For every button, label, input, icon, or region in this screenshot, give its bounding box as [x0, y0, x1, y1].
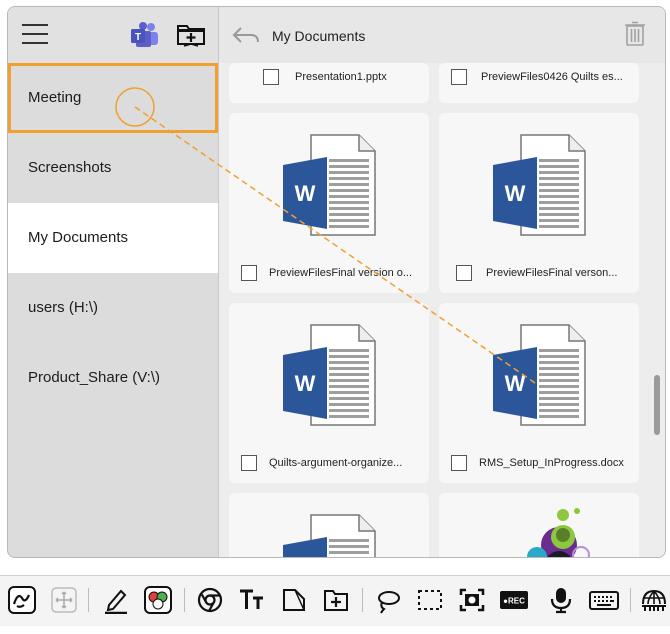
sidebar-item-screenshots[interactable]: Screenshots	[8, 133, 218, 203]
menu-icon[interactable]	[22, 24, 48, 44]
text-icon	[240, 589, 263, 609]
word-letter: W	[505, 181, 526, 206]
file-card[interactable]: W	[229, 493, 429, 557]
word-letter: W	[505, 371, 526, 396]
chrome-icon	[197, 587, 223, 613]
app-window: T Meeting Screenshots My Documents users…	[7, 6, 666, 558]
keyboard-tool-button[interactable]	[588, 584, 620, 616]
add-folder-icon[interactable]	[176, 22, 206, 50]
back-arrow-icon[interactable]	[231, 25, 261, 45]
text-tool-button[interactable]	[236, 584, 268, 616]
file-checkbox[interactable]	[241, 455, 257, 471]
move-tool-button[interactable]	[48, 584, 80, 616]
draw-tool-button[interactable]	[6, 584, 38, 616]
record-tool-button[interactable]: ●REC	[498, 584, 530, 616]
file-checkbox[interactable]	[241, 265, 257, 281]
word-letter: W	[295, 181, 316, 206]
color-tool-button[interactable]	[142, 584, 174, 616]
sidebar-item-product-share[interactable]: Product_Share (V:\)	[8, 343, 218, 413]
add-folder-tool-button[interactable]	[320, 584, 352, 616]
shape-icon	[283, 589, 305, 611]
file-grid: Presentation1.pptx PreviewFiles0426 Quil…	[219, 63, 665, 557]
record-icon: ●REC	[500, 591, 528, 609]
page-title: My Documents	[272, 28, 366, 44]
word-document-icon: W	[283, 134, 376, 236]
main-panel: My Documents Presentation1.pptx PreviewF…	[219, 7, 665, 557]
sidebar: T Meeting Screenshots My Documents users…	[8, 7, 219, 557]
file-card[interactable]: W Quilts-argument-organize...	[229, 303, 429, 483]
file-checkbox[interactable]	[451, 69, 467, 85]
toolbar-divider	[630, 588, 631, 612]
teams-icon[interactable]: T	[130, 21, 160, 49]
toolbar-divider	[184, 588, 185, 612]
word-document-icon: W	[283, 324, 376, 426]
scrollbar[interactable]	[654, 375, 660, 435]
file-name: PreviewFilesFinal verson...	[486, 267, 618, 279]
file-card[interactable]	[439, 493, 639, 557]
draw-icon	[8, 586, 36, 614]
word-document-icon: W	[493, 134, 586, 236]
record-label: ●REC	[503, 597, 525, 606]
file-name: Quilts-argument-organize...	[269, 457, 403, 469]
select-rectangle-icon	[418, 590, 442, 610]
word-letter: W	[295, 371, 316, 396]
file-card[interactable]: W PreviewFilesFinal version o...	[229, 113, 429, 293]
header-bar: My Documents	[219, 7, 665, 63]
shape-tool-button[interactable]	[278, 584, 310, 616]
sidebar-item-label: My Documents	[28, 229, 129, 246]
toolbar-divider	[362, 588, 363, 612]
svg-text:T: T	[135, 32, 141, 43]
file-checkbox[interactable]	[451, 455, 467, 471]
word-document-icon: W	[493, 324, 586, 426]
file-checkbox[interactable]	[263, 69, 279, 85]
annotation-toolbar: ●REC	[0, 575, 670, 626]
globe-icon	[642, 589, 666, 611]
sidebar-item-label: Product_Share (V:\)	[28, 369, 161, 386]
sidebar-item-my-documents[interactable]: My Documents	[8, 203, 218, 273]
file-name: PreviewFilesFinal version o...	[269, 267, 413, 279]
file-card[interactable]: W PreviewFilesFinal verson...	[439, 113, 639, 293]
file-name: RMS_Setup_InProgress.docx	[479, 457, 624, 469]
sidebar-item-label: Meeting	[28, 89, 82, 106]
sidebar-item-label: users (H:\)	[28, 299, 99, 316]
keyboard-icon	[589, 591, 619, 610]
select-rectangle-button[interactable]	[414, 584, 446, 616]
color-palette-icon	[144, 586, 172, 614]
sidebar-item-users[interactable]: users (H:\)	[8, 273, 218, 343]
move-icon	[51, 587, 77, 613]
word-document-icon: W	[283, 514, 376, 557]
microphone-tool-button[interactable]	[545, 584, 577, 616]
sidebar-item-label: Screenshots	[28, 159, 112, 176]
sidebar-item-meeting[interactable]: Meeting	[8, 63, 218, 133]
sidebar-header: T	[8, 7, 218, 63]
browser-tool-button[interactable]	[194, 584, 226, 616]
trash-icon[interactable]	[624, 21, 646, 47]
microphone-icon	[550, 588, 572, 614]
lasso-tool-button[interactable]	[372, 584, 404, 616]
file-checkbox[interactable]	[456, 265, 472, 281]
globe-tool-button[interactable]	[638, 584, 670, 616]
screenshot-icon	[459, 588, 485, 612]
file-card[interactable]: Presentation1.pptx	[229, 63, 429, 103]
file-name: Presentation1.pptx	[295, 71, 387, 83]
file-card[interactable]: PreviewFiles0426 Quilts es...	[439, 63, 639, 103]
pen-icon	[105, 589, 127, 614]
toolbar-divider	[88, 588, 89, 612]
add-folder-tool-icon	[324, 590, 348, 611]
lasso-icon	[378, 591, 400, 614]
file-name: PreviewFiles0426 Quilts es...	[481, 71, 623, 83]
pen-tool-button[interactable]	[100, 584, 132, 616]
file-card[interactable]: W RMS_Setup_InProgress.docx	[439, 303, 639, 483]
screenshot-tool-button[interactable]	[456, 584, 488, 616]
image-thumbnail-icon	[527, 508, 590, 557]
